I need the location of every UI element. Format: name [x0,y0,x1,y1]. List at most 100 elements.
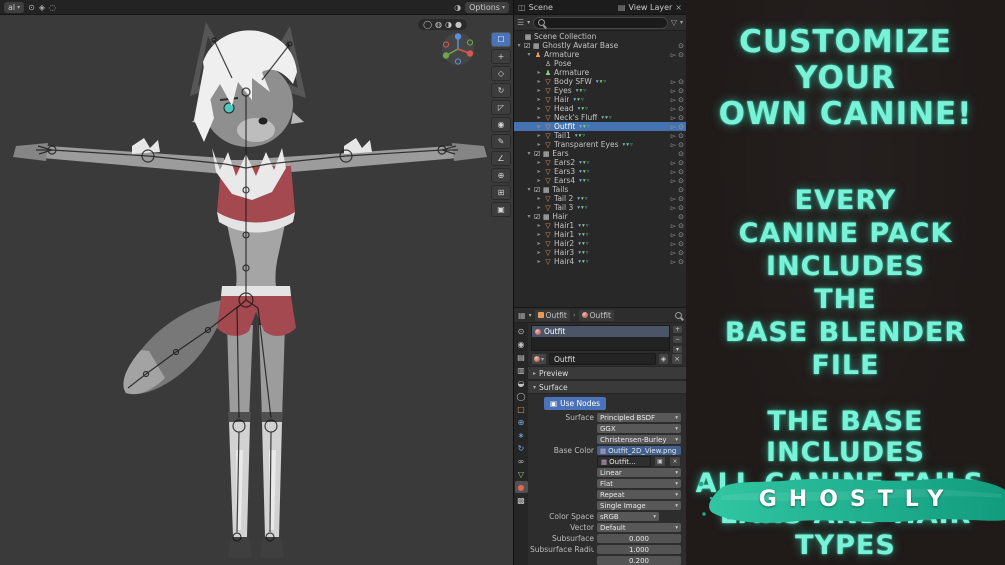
expand-toggle-icon[interactable]: ▸ [536,159,542,166]
outliner-row[interactable]: ▸ ▽ Ears2 ▾ ▾ ▿ ▻ ⊙ [514,158,686,167]
hide-eye-icon[interactable]: ⊙ [678,168,684,176]
field-value[interactable]: 1.000 [597,545,681,554]
expand-toggle-icon[interactable]: ▸ [536,258,542,265]
expand-toggle-icon[interactable]: ▾ [526,51,532,58]
view-layer-selector[interactable]: View Layer [628,3,672,12]
expand-toggle-icon[interactable]: ▸ [536,114,542,121]
expand-toggle-icon[interactable]: ▾ [516,42,522,49]
camera-view-tool[interactable]: ▣ [491,202,511,217]
selectable-cursor-icon[interactable]: ▻ [671,249,676,257]
hide-eye-icon[interactable]: ⊙ [678,258,684,266]
outliner-row[interactable]: ▸ ▽ Head ▾ ▾ ▿ ▻ ⊙ [514,104,686,113]
hide-eye-icon[interactable]: ⊙ [678,186,684,194]
field-value[interactable]: Single Image ▾ [597,501,681,510]
collection-checkbox[interactable]: ☑ [534,186,540,194]
material-slot-list[interactable]: Outfit [531,325,670,351]
modifiers-tab[interactable]: ⊕ [515,416,528,428]
field-value[interactable]: GGX ▾ [597,424,681,433]
expand-toggle-icon[interactable]: ▸ [536,105,542,112]
field-value[interactable]: Flat ▾ [597,479,681,488]
hide-eye-icon[interactable]: ⊙ [678,51,684,59]
selectable-cursor-icon[interactable]: ▻ [671,105,676,113]
outliner-row[interactable]: ▾ ☑ ▦ Ghostly Avatar Base ⊙ [514,41,686,50]
expand-toggle-icon[interactable]: ▸ [536,78,542,85]
editor-type-icon[interactable]: ▦ [518,311,526,320]
hide-eye-icon[interactable]: ⊙ [678,195,684,203]
wireframe-shading-icon[interactable]: ◯ [423,20,432,29]
unlink-material-button[interactable]: × [671,353,683,365]
outliner-row[interactable]: ▸ ♟ Armature [514,68,686,77]
editor-type-icon[interactable]: ☰ [517,18,524,27]
material-preview-shading-icon[interactable]: ◑ [445,20,452,29]
field-value[interactable]: ▦ Outfit... [597,456,651,467]
selectable-cursor-icon[interactable]: ▻ [671,87,676,95]
outliner-row[interactable]: ▸ ▽ Ears3 ▾ ▾ ▿ ▻ ⊙ [514,167,686,176]
field-value[interactable]: Repeat ▾ [597,490,681,499]
expand-toggle-icon[interactable]: ▾ [526,150,532,157]
filter-funnel-icon[interactable]: ▽ [671,18,677,27]
outliner-search-input[interactable] [533,16,668,29]
object-tab[interactable]: □ [515,403,528,415]
field-value[interactable]: sRGB ▾ [597,512,659,521]
transform-tool[interactable]: ◉ [491,117,511,132]
field-value[interactable]: 0.200 [597,556,681,565]
pivot-point-icon[interactable]: ⊙ [28,3,35,12]
rotate-tool[interactable]: ↻ [491,83,511,98]
selectable-cursor-icon[interactable]: ▻ [671,132,676,140]
outliner-row[interactable]: ▾ ☑ ▦ Ears ⊙ [514,149,686,158]
hide-eye-icon[interactable]: ⊙ [678,177,684,185]
expand-toggle-icon[interactable]: ▸ [536,87,542,94]
hide-eye-icon[interactable]: ⊙ [678,78,684,86]
selectable-cursor-icon[interactable]: ▻ [671,168,676,176]
preview-section-header[interactable]: ▸ Preview [528,366,686,380]
hide-eye-icon[interactable]: ⊙ [678,240,684,248]
mode-dropdown[interactable]: al ▾ [4,1,25,13]
outliner-row[interactable]: ▸ ▽ Transparent Eyes ▾ ▾ ▿ ▻ ⊙ [514,140,686,149]
selectable-cursor-icon[interactable]: ▻ [671,51,676,59]
selectable-cursor-icon[interactable]: ▻ [671,222,676,230]
field-value[interactable]: Default ▾ [597,523,681,532]
world-tab[interactable]: ◯ [515,390,528,402]
expand-toggle-icon[interactable]: ▸ [536,168,542,175]
add-slot-button[interactable]: + [672,325,683,334]
remove-slot-button[interactable]: − [672,335,683,344]
expand-toggle-icon[interactable]: ▸ [536,222,542,229]
hide-eye-icon[interactable]: ⊙ [678,123,684,131]
hide-eye-icon[interactable]: ⊙ [678,222,684,230]
outliner-row[interactable]: ▸ ▽ Hair1 ▾ ▾ ▿ ▻ ⊙ [514,230,686,239]
overlays-toggle-icon[interactable]: ◑ [454,3,461,12]
selectable-cursor-icon[interactable]: ▻ [671,177,676,185]
view-layer-tab[interactable]: ▥ [515,364,528,376]
hide-eye-icon[interactable]: ⊙ [678,159,684,167]
unlink-image-button[interactable]: × [669,456,681,467]
particles-tab[interactable]: ∗ [515,429,528,441]
texture-tab[interactable]: ▩ [515,494,528,506]
expand-toggle-icon[interactable]: ▸ [536,231,542,238]
constraints-tab[interactable]: ∞ [515,455,528,467]
use-nodes-button[interactable]: ▣ Use Nodes [544,397,606,410]
tool-tab[interactable]: ⊙ [515,325,528,337]
expand-toggle-icon[interactable]: ▾ [526,186,532,193]
hide-eye-icon[interactable]: ⊙ [678,213,684,221]
outliner-row[interactable]: ▸ ▽ Hair4 ▾ ▾ ▿ ▻ ⊙ [514,257,686,266]
selectable-cursor-icon[interactable]: ▻ [671,123,676,131]
field-value[interactable]: Linear ▾ [597,468,681,477]
material-slot[interactable]: Outfit [532,326,669,337]
fake-user-shield-button[interactable]: ◈ [657,353,670,365]
outliner-row[interactable]: ▸ ▽ Hair ▾ ▾ ▿ ▻ ⊙ [514,95,686,104]
selectable-cursor-icon[interactable]: ▻ [671,204,676,212]
object-data-tab[interactable]: ▽ [515,468,528,480]
select-box-tool[interactable]: ☐ [491,32,511,47]
selectable-cursor-icon[interactable]: ▻ [671,96,676,104]
shading-mode-switcher[interactable]: ◯ ◍ ◑ ● [418,19,467,30]
browse-material-button[interactable]: ▾ [531,353,548,365]
expand-toggle-icon[interactable]: ▸ [536,240,542,247]
outliner-row[interactable]: ▸ ▽ Tail 2 ▾ ▾ ▿ ▻ ⊙ [514,194,686,203]
options-dropdown[interactable]: Options ▾ [465,1,509,13]
hide-eye-icon[interactable]: ⊙ [678,204,684,212]
viewport-3d[interactable]: al ▾ ⊙ ◈ ◌ ◑ Options ▾ ◯ ◍ ◑ ● ☐ + ◇ ↻ ◸… [0,0,513,565]
selectable-cursor-icon[interactable]: ▻ [671,231,676,239]
expand-toggle-icon[interactable]: ▸ [536,69,542,76]
collection-checkbox[interactable]: ☑ [534,150,540,158]
outliner-row[interactable]: ▾ ☑ ▦ Tails ⊙ [514,185,686,194]
